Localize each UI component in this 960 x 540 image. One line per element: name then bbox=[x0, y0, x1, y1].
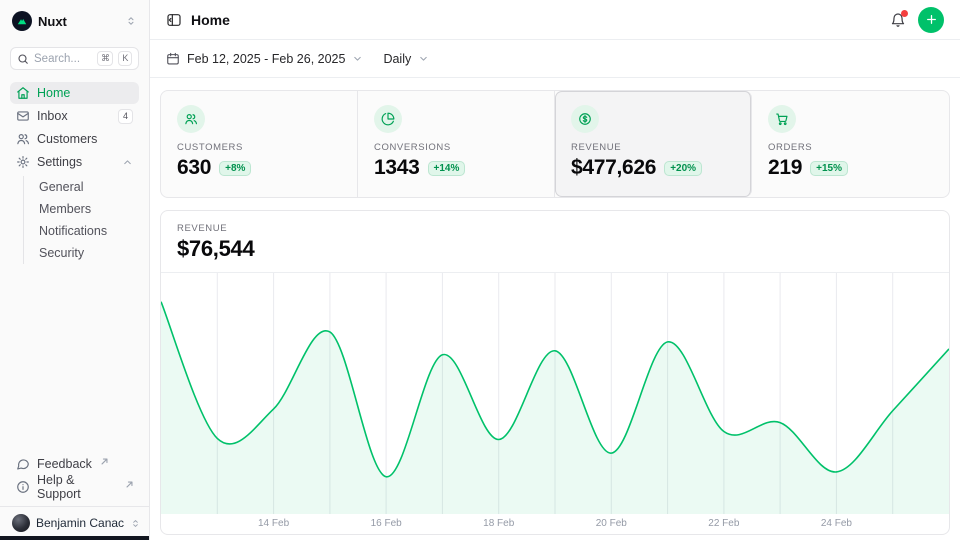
granularity-value: Daily bbox=[383, 52, 411, 66]
sidebar-item-security[interactable]: Security bbox=[35, 242, 139, 264]
shopping-cart-icon bbox=[768, 105, 796, 133]
external-link-icon bbox=[101, 458, 108, 465]
stat-delta-badge: +8% bbox=[219, 161, 251, 176]
user-menu[interactable]: Benjamin Canac bbox=[0, 506, 149, 540]
calendar-icon bbox=[166, 52, 180, 66]
date-range-picker[interactable]: Feb 12, 2025 - Feb 26, 2025 bbox=[166, 52, 363, 66]
sidebar-item-label: Settings bbox=[37, 155, 82, 169]
sidebar-footer-links: Feedback Help & Support bbox=[10, 453, 139, 502]
users-icon bbox=[177, 105, 205, 133]
revenue-chart-svg bbox=[161, 273, 949, 514]
chart-display-value: $76,544 bbox=[177, 236, 933, 262]
search-icon bbox=[17, 53, 29, 65]
chevrons-up-down-icon bbox=[130, 518, 141, 529]
nuxt-logo-icon bbox=[12, 11, 32, 31]
stat-value: $477,626 bbox=[571, 156, 656, 180]
header-actions bbox=[890, 7, 944, 33]
sidebar-item-inbox[interactable]: Inbox 4 bbox=[10, 105, 139, 127]
plus-icon bbox=[925, 13, 938, 26]
revenue-chart-card: REVENUE $76,544 14 Feb 16 Feb 18 Feb 20 … bbox=[160, 210, 950, 535]
page-title: Home bbox=[191, 12, 230, 28]
stat-delta-badge: +15% bbox=[810, 161, 848, 176]
chevron-down-icon bbox=[418, 53, 429, 64]
kbd-cmd: ⌘ bbox=[97, 51, 113, 66]
sidebar-item-customers[interactable]: Customers bbox=[10, 128, 139, 150]
stat-value: 219 bbox=[768, 156, 802, 180]
dollar-circle-icon bbox=[571, 105, 599, 133]
stat-card-conversions[interactable]: CONVERSIONS 1343 +14% bbox=[358, 91, 555, 197]
home-icon bbox=[16, 86, 30, 100]
pie-chart-icon bbox=[374, 105, 402, 133]
chart-x-axis: 14 Feb 16 Feb 18 Feb 20 Feb 22 Feb 24 Fe… bbox=[161, 514, 949, 534]
stat-card-orders[interactable]: ORDERS 219 +15% bbox=[752, 91, 949, 197]
chevron-down-icon bbox=[352, 53, 363, 64]
dashboard-app: Nuxt ⌘ K Home Inbo bbox=[0, 0, 960, 540]
feedback-link[interactable]: Feedback bbox=[10, 453, 139, 475]
revenue-plot[interactable] bbox=[161, 273, 949, 514]
stat-label: CUSTOMERS bbox=[177, 142, 341, 153]
bottom-edge-strip bbox=[0, 536, 149, 540]
collapse-sidebar-button[interactable] bbox=[166, 12, 182, 28]
stat-card-customers[interactable]: CUSTOMERS 630 +8% bbox=[161, 91, 358, 197]
chevrons-up-down-icon bbox=[125, 15, 137, 27]
main-header: Home bbox=[150, 0, 960, 40]
stat-delta-badge: +14% bbox=[428, 161, 466, 176]
inbox-count-badge: 4 bbox=[118, 109, 133, 124]
sidebar: Nuxt ⌘ K Home Inbo bbox=[0, 0, 150, 540]
chat-bubble-icon bbox=[16, 457, 30, 471]
chevron-up-icon bbox=[122, 157, 133, 168]
sidebar-item-label: Inbox bbox=[37, 109, 68, 123]
sidebar-item-label: Customers bbox=[37, 132, 97, 146]
x-tick-label: 24 Feb bbox=[821, 518, 852, 529]
stat-card-revenue[interactable]: REVENUE $477,626 +20% bbox=[555, 91, 752, 197]
sidebar-item-notifications[interactable]: Notifications bbox=[35, 220, 139, 242]
panel-collapse-icon bbox=[166, 12, 182, 28]
main-panel: Home Feb 12, 2025 - Feb 26, 2025 bbox=[150, 0, 960, 540]
settings-subnav: General Members Notifications Security bbox=[23, 176, 139, 264]
sidebar-item-settings[interactable]: Settings bbox=[10, 151, 139, 173]
stats-row: CUSTOMERS 630 +8% CONVERSIONS 1343 +14% bbox=[160, 90, 950, 198]
workspace-selector[interactable]: Nuxt bbox=[10, 9, 139, 33]
sidebar-spacer bbox=[10, 264, 139, 453]
external-link-icon bbox=[126, 481, 133, 488]
stat-label: CONVERSIONS bbox=[374, 142, 538, 153]
stat-value: 1343 bbox=[374, 156, 420, 180]
filters-toolbar: Feb 12, 2025 - Feb 26, 2025 Daily bbox=[150, 40, 960, 78]
date-range-value: Feb 12, 2025 - Feb 26, 2025 bbox=[187, 52, 345, 66]
footer-link-label: Feedback bbox=[37, 457, 92, 471]
chart-header: REVENUE $76,544 bbox=[161, 211, 949, 273]
footer-link-label: Help & Support bbox=[37, 473, 117, 501]
stat-value: 630 bbox=[177, 156, 211, 180]
stat-label: REVENUE bbox=[571, 142, 735, 153]
notification-dot bbox=[901, 10, 908, 17]
workspace-name: Nuxt bbox=[38, 14, 67, 29]
x-tick-label: 18 Feb bbox=[483, 518, 514, 529]
stat-delta-badge: +20% bbox=[664, 161, 702, 176]
search-input-wrapper[interactable]: ⌘ K bbox=[10, 47, 139, 70]
sidebar-item-label: Home bbox=[37, 86, 70, 100]
sidebar-item-general[interactable]: General bbox=[35, 176, 139, 198]
search-input[interactable] bbox=[34, 53, 92, 65]
granularity-select[interactable]: Daily bbox=[383, 52, 429, 66]
stat-label: ORDERS bbox=[768, 142, 933, 153]
kbd-k: K bbox=[118, 51, 132, 66]
info-circle-icon bbox=[16, 480, 30, 494]
chart-title: REVENUE bbox=[177, 223, 933, 235]
notifications-button[interactable] bbox=[890, 12, 906, 28]
x-tick-label: 20 Feb bbox=[596, 518, 627, 529]
x-tick-label: 22 Feb bbox=[708, 518, 739, 529]
sidebar-item-home[interactable]: Home bbox=[10, 82, 139, 104]
help-support-link[interactable]: Help & Support bbox=[10, 476, 139, 498]
sidebar-nav: Home Inbox 4 Customers Settings bbox=[10, 82, 139, 264]
user-avatar bbox=[12, 514, 30, 532]
inbox-icon bbox=[16, 109, 30, 123]
x-tick-label: 16 Feb bbox=[371, 518, 402, 529]
sidebar-item-members[interactable]: Members bbox=[35, 198, 139, 220]
user-name: Benjamin Canac bbox=[36, 516, 124, 530]
x-tick-label: 14 Feb bbox=[258, 518, 289, 529]
users-icon bbox=[16, 132, 30, 146]
gear-icon bbox=[16, 155, 30, 169]
dashboard-content: CUSTOMERS 630 +8% CONVERSIONS 1343 +14% bbox=[150, 78, 960, 535]
add-button[interactable] bbox=[918, 7, 944, 33]
